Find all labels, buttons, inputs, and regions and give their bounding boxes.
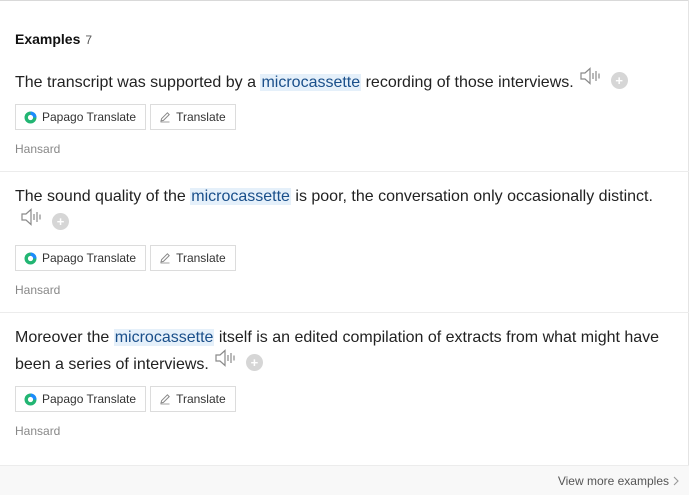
example-count: 7 <box>85 33 93 47</box>
speaker-icon[interactable] <box>215 349 237 376</box>
papago-logo-icon <box>24 393 37 406</box>
translate-label: Translate <box>176 110 226 125</box>
example-source: Hansard <box>15 424 61 439</box>
translate-label: Translate <box>176 251 226 266</box>
section-title: Examples <box>15 31 81 47</box>
examples-footer: View more examples <box>0 465 689 495</box>
translate-button-row: Papago Translate Translate <box>15 386 675 413</box>
view-more-label: View more examples <box>557 474 669 488</box>
view-more-examples-link[interactable]: View more examples <box>558 474 679 488</box>
sentence-text: recording of those interviews. <box>361 74 574 91</box>
translate-label: Translate <box>176 392 226 407</box>
chevron-right-icon <box>673 476 679 486</box>
papago-logo-icon <box>24 111 37 124</box>
highlighted-keyword: microcassette <box>190 188 291 205</box>
translate-button[interactable]: Translate <box>150 386 236 413</box>
pencil-icon <box>159 111 171 123</box>
example-sentence: Moreover the microcassette itself is an … <box>15 324 675 378</box>
papago-translate-button[interactable]: Papago Translate <box>15 386 147 413</box>
speaker-icon[interactable] <box>21 208 43 235</box>
papago-logo-icon <box>24 252 37 265</box>
add-icon[interactable]: + <box>52 213 69 231</box>
example-item: The transcript was supported by a microc… <box>15 67 675 157</box>
example-divider <box>0 171 689 172</box>
example-divider <box>0 312 689 313</box>
translate-button-row: Papago Translate Translate <box>15 245 675 272</box>
translate-button[interactable]: Translate <box>150 104 236 131</box>
papago-translate-button[interactable]: Papago Translate <box>15 104 147 131</box>
top-divider <box>0 0 689 1</box>
highlighted-keyword: microcassette <box>113 329 215 346</box>
add-icon[interactable]: + <box>610 72 628 90</box>
pencil-icon <box>159 393 171 405</box>
add-icon[interactable]: + <box>245 354 263 372</box>
example-sentence: The transcript was supported by a microc… <box>15 67 675 96</box>
papago-translate-label: Papago Translate <box>42 251 137 266</box>
sentence-text: is poor, the conversation only occasiona… <box>290 188 653 205</box>
translate-button[interactable]: Translate <box>150 245 236 272</box>
example-sentence: The sound quality of the microcassette i… <box>15 183 675 237</box>
sentence-text: The transcript was supported by a <box>15 74 261 91</box>
papago-translate-button[interactable]: Papago Translate <box>15 245 147 272</box>
papago-translate-label: Papago Translate <box>42 110 137 125</box>
pencil-icon <box>159 252 171 264</box>
example-item: The sound quality of the microcassette i… <box>15 183 675 297</box>
examples-header: Examples 7 <box>15 31 92 49</box>
sentence-text: The sound quality of the <box>15 188 191 205</box>
example-item: Moreover the microcassette itself is an … <box>15 324 675 438</box>
sentence-text: Moreover the <box>15 329 114 346</box>
example-source: Hansard <box>15 142 61 157</box>
highlighted-keyword: microcassette <box>260 74 362 91</box>
speaker-icon[interactable] <box>580 67 602 94</box>
example-source: Hansard <box>15 283 61 298</box>
translate-button-row: Papago Translate Translate <box>15 104 675 131</box>
papago-translate-label: Papago Translate <box>42 392 137 407</box>
